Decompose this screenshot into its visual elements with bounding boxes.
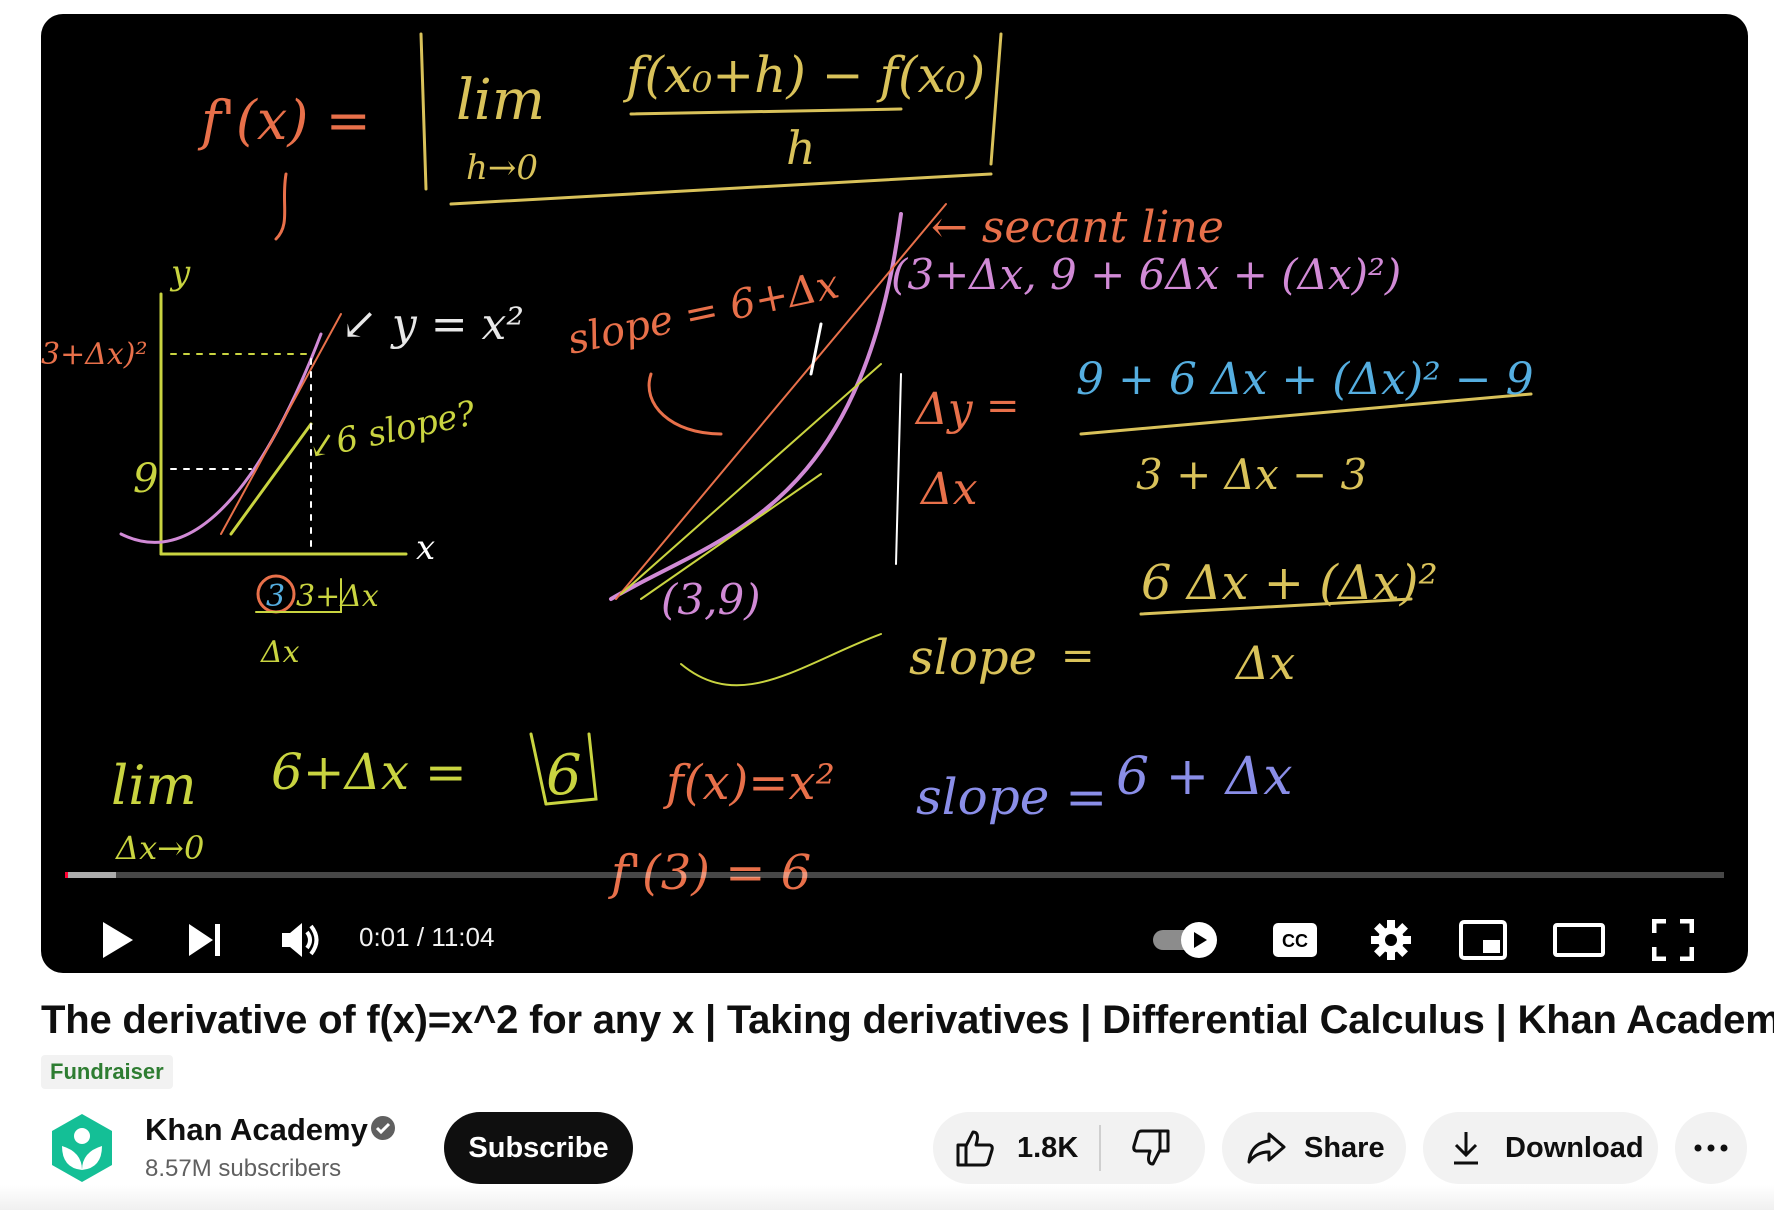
board-3dx-sq: 3+Δx)²: [41, 337, 148, 372]
miniplayer-button[interactable]: [1455, 912, 1511, 968]
next-button[interactable]: [177, 912, 233, 968]
board-secant-line: ← secant line: [931, 202, 1224, 253]
svg-text:CC: CC: [1282, 931, 1308, 951]
fundraiser-badge[interactable]: Fundraiser: [41, 1055, 173, 1089]
board-frac1-den: 3 + Δx − 3: [1136, 450, 1367, 499]
board-frac2-num: 6 Δx + (Δx)²: [1141, 555, 1438, 611]
video-frame: f'(x) = lim h→0 f(x₀+h) − f(x₀) h ← seca…: [41, 32, 1534, 901]
board-eq2: =: [1061, 633, 1095, 679]
board-h-to-0: h→0: [466, 148, 538, 188]
board-nine: 9: [133, 456, 158, 502]
board-slope-final: slope =: [916, 768, 1107, 826]
buffered-bar: [65, 872, 117, 878]
share-icon: [1247, 1132, 1286, 1164]
cc-button[interactable]: CC: [1267, 912, 1323, 968]
channel-name[interactable]: Khan Academy: [145, 1112, 368, 1148]
board-three: 3: [266, 579, 285, 614]
board-dy: Δy: [914, 384, 974, 435]
more-actions-button[interactable]: [1675, 1112, 1747, 1184]
subscribe-button[interactable]: Subscribe: [444, 1112, 633, 1184]
board-point-secant: (3+Δx, 9 + 6Δx + (Δx)²): [891, 250, 1401, 299]
duration: 11:04: [431, 922, 495, 952]
board-point-39: (3,9): [661, 575, 761, 624]
play-button[interactable]: [89, 912, 145, 968]
board-boxed-6: 6: [546, 743, 582, 808]
like-count: 1.8K: [1017, 1131, 1079, 1164]
video-title: The derivative of f(x)=x^2 for any x | T…: [41, 998, 1774, 1042]
board-slope-word: slope: [909, 630, 1037, 686]
board-lim: lim: [456, 68, 545, 133]
like-dislike-group: 1.8K: [933, 1112, 1205, 1184]
played-bar: [65, 872, 68, 878]
time-separator: /: [416, 922, 425, 952]
subscriber-count: 8.57M subscribers: [145, 1155, 342, 1182]
board-six-slope: ↙6 slope?: [305, 393, 480, 468]
like-button[interactable]: 1.8K: [933, 1112, 1099, 1184]
board-eq1: =: [986, 383, 1020, 429]
board-x-axis: x: [416, 528, 435, 568]
progress-bar[interactable]: [65, 872, 1724, 878]
settings-gear-icon: [1371, 920, 1411, 960]
board-frac1-num: 9 + 6 Δx + (Δx)² − 9: [1076, 354, 1534, 405]
settings-button[interactable]: [1363, 912, 1419, 968]
autoplay-toggle-icon: [1153, 922, 1217, 958]
board-dx-small: Δx: [260, 635, 300, 670]
play-icon: [103, 922, 133, 958]
board-numerator: f(x₀+h) − f(x₀): [622, 46, 985, 104]
cc-icon: CC: [1273, 923, 1317, 957]
board-fprime-x: f'(x) =: [197, 89, 371, 152]
download-label: Download: [1505, 1131, 1644, 1164]
next-icon: [189, 924, 220, 956]
board-dx-to-0: Δx→0: [114, 829, 204, 867]
video-player[interactable]: f'(x) = lim h→0 f(x₀+h) − f(x₀) h ← seca…: [41, 14, 1748, 973]
dislike-button[interactable]: [1101, 1112, 1201, 1184]
share-button[interactable]: Share: [1222, 1112, 1406, 1184]
page-fade: [0, 1185, 1774, 1210]
more-icon: [1694, 1144, 1728, 1152]
theater-mode-button[interactable]: [1549, 912, 1609, 968]
volume-icon: [282, 923, 319, 957]
board-three-plus-dx: 3+Δx: [296, 579, 379, 614]
fullscreen-icon: [1652, 919, 1694, 961]
theater-icon: [1553, 923, 1605, 957]
download-button[interactable]: Download: [1423, 1112, 1658, 1184]
board-six-plus-dx: 6+Δx =: [271, 743, 467, 801]
board-y-eq: ↙ y = x²: [341, 299, 524, 350]
dislike-icon: [1132, 1129, 1170, 1166]
board-dx: Δx: [919, 464, 978, 515]
board-frac2-den: Δx: [1234, 636, 1295, 690]
volume-button[interactable]: [273, 912, 329, 968]
board-y-axis: y: [169, 253, 191, 293]
fullscreen-button[interactable]: [1645, 912, 1701, 968]
board-slope-6dx: slope = 6+Δx: [564, 261, 844, 363]
like-icon: [956, 1130, 994, 1167]
autoplay-toggle[interactable]: [1149, 912, 1223, 968]
time-display: 0:01 / 11:04: [359, 922, 494, 953]
channel-avatar[interactable]: [46, 1112, 118, 1184]
board-denominator: h: [786, 121, 816, 175]
board-lim2: lim: [111, 754, 197, 817]
board-fx-x2: f(x)=x²: [663, 755, 835, 811]
share-label: Share: [1304, 1131, 1385, 1164]
download-icon: [1454, 1132, 1478, 1165]
board-six-plus-dx-final: 6 + Δx: [1116, 747, 1293, 807]
verified-icon: [371, 1116, 395, 1140]
current-time: 0:01: [359, 922, 410, 952]
miniplayer-icon: [1459, 920, 1507, 960]
